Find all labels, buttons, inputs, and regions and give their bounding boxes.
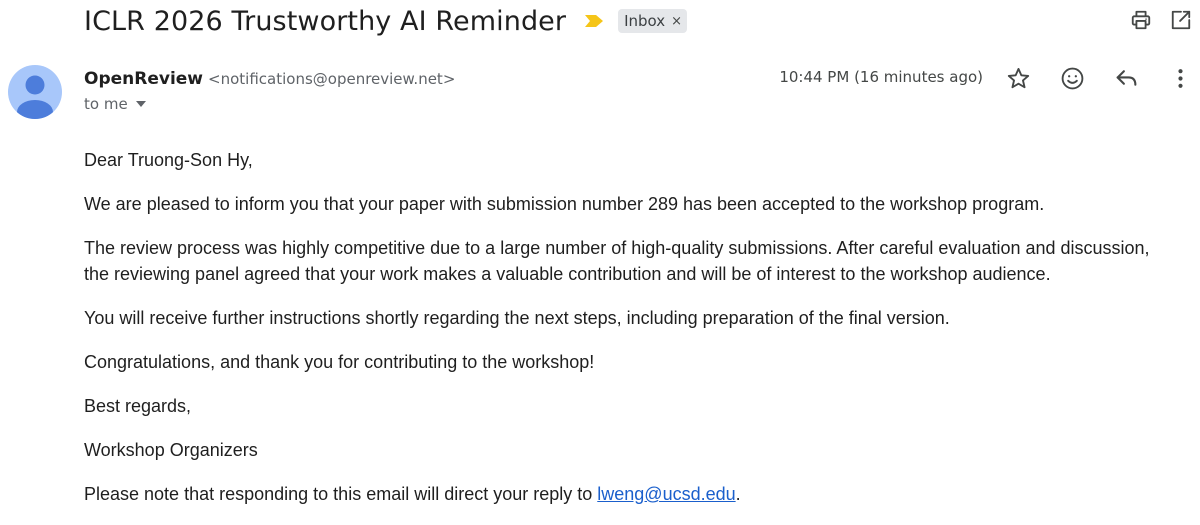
print-icon[interactable] [1130, 9, 1152, 31]
avatar-person-icon[interactable] [8, 65, 62, 119]
reply-note-text: Please note that responding to this emai… [84, 484, 598, 504]
signature: Workshop Organizers [84, 440, 258, 460]
body-paragraph-2: The review process was highly competitiv… [84, 238, 1150, 284]
reply-note-end: . [735, 484, 741, 504]
importance-marker-icon[interactable] [584, 14, 604, 28]
reply-email-link[interactable]: lweng@ucsd.edu [597, 484, 735, 504]
recipient-label: to me [84, 95, 128, 113]
open-in-new-window-icon[interactable] [1170, 9, 1192, 31]
email-subject: ICLR 2026 Trustworthy AI Reminder [84, 5, 567, 37]
body-paragraph-4: Congratulations, and thank you for contr… [84, 352, 595, 372]
reply-icon[interactable] [1114, 66, 1139, 91]
chevron-down-icon[interactable] [135, 101, 146, 107]
subject-row: ICLR 2026 Trustworthy AI Reminder Inbox … [84, 0, 688, 42]
message-time: 10:44 PM (16 minutes ago) [779, 68, 983, 86]
body-paragraph-1: We are pleased to inform you that your p… [84, 194, 1045, 214]
more-vertical-icon[interactable] [1168, 66, 1193, 91]
sender-block: OpenReview <notifications@openreview.net… [84, 66, 455, 115]
sender-name[interactable]: OpenReview [84, 69, 203, 89]
body-paragraph-3: You will receive further instructions sh… [84, 308, 950, 328]
message-actions [1006, 66, 1193, 91]
reply-note: Please note that responding to this emai… [84, 481, 1169, 507]
star-icon[interactable] [1006, 66, 1031, 91]
recipient-details-toggle[interactable]: to me [84, 93, 455, 115]
sender-email: <notifications@openreview.net> [208, 70, 456, 88]
label-chip-text: Inbox [624, 12, 666, 30]
message-body: Dear Truong-Son Hy, We are pleased to in… [84, 147, 1169, 525]
greeting: Dear Truong-Son Hy, [84, 150, 253, 170]
emoji-reaction-icon[interactable] [1060, 66, 1085, 91]
closing: Best regards, [84, 396, 192, 416]
label-chip-inbox[interactable]: Inbox × [618, 9, 688, 33]
remove-label-icon[interactable]: × [671, 15, 682, 28]
header-actions [1130, 9, 1192, 31]
sender-line: OpenReview <notifications@openreview.net… [84, 66, 455, 92]
